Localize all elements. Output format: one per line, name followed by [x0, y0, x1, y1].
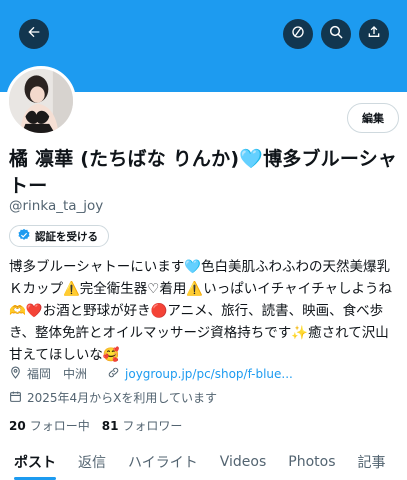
- avatar-photo: [9, 69, 73, 133]
- share-upload-icon: [366, 24, 382, 44]
- slash-circle-icon: [290, 24, 306, 44]
- followers-link[interactable]: 81 フォロワー: [102, 417, 183, 434]
- tab-replies[interactable]: 返信: [67, 444, 117, 480]
- display-name: 橘 凛華 (たちばな りんか)🩵博多ブルーシャトー: [9, 148, 398, 197]
- back-button[interactable]: [19, 19, 49, 49]
- link-icon: [107, 366, 120, 382]
- profile-bio: 博多ブルーシャトーにいます🩵色白美肌ふわふわの天然美爆乳Ｋカップ⚠️完全衛生器♡…: [9, 259, 392, 363]
- tab-videos[interactable]: Videos: [209, 444, 278, 480]
- follow-stats: 20 フォロー中 81 フォロワー: [9, 417, 182, 434]
- get-verified-label: 認証を受ける: [35, 230, 98, 243]
- search-button[interactable]: [321, 19, 351, 49]
- following-count: 20: [9, 419, 26, 433]
- following-link[interactable]: 20 フォロー中: [9, 417, 90, 434]
- followers-label: フォロワー: [122, 419, 183, 433]
- profile-tabs: ポスト 返信 ハイライト Videos Photos 記事 い: [0, 444, 407, 480]
- followers-count: 81: [101, 419, 119, 433]
- tab-likes[interactable]: い: [397, 444, 407, 480]
- tab-posts[interactable]: ポスト: [0, 444, 67, 480]
- arrow-left-icon: [26, 24, 42, 44]
- website-link[interactable]: joygroup.jp/pc/shop/f-blue...: [125, 367, 293, 381]
- location-text: 福岡 中洲: [27, 367, 88, 381]
- tab-articles[interactable]: 記事: [347, 444, 397, 480]
- tab-highlights[interactable]: ハイライト: [117, 444, 209, 480]
- avatar[interactable]: [6, 66, 76, 136]
- verified-badge-icon: [17, 228, 31, 245]
- joined-text: 2025年4月からXを利用しています: [27, 391, 218, 405]
- profile-meta: 福岡 中洲 joygroup.jp/pc/shop/f-blue...: [9, 365, 293, 382]
- search-icon: [328, 24, 344, 44]
- user-handle: @rinka_ta_joy: [9, 198, 104, 214]
- edit-profile-button[interactable]: 編集: [347, 103, 399, 133]
- location-pin-icon: [9, 366, 22, 382]
- calendar-icon: [9, 390, 22, 406]
- hide-button[interactable]: [283, 19, 313, 49]
- get-verified-button[interactable]: 認証を受ける: [9, 225, 109, 247]
- joined-date: 2025年4月からXを利用しています: [9, 389, 217, 406]
- share-button[interactable]: [359, 19, 389, 49]
- following-label: フォロー中: [29, 419, 90, 433]
- tab-photos[interactable]: Photos: [277, 444, 346, 480]
